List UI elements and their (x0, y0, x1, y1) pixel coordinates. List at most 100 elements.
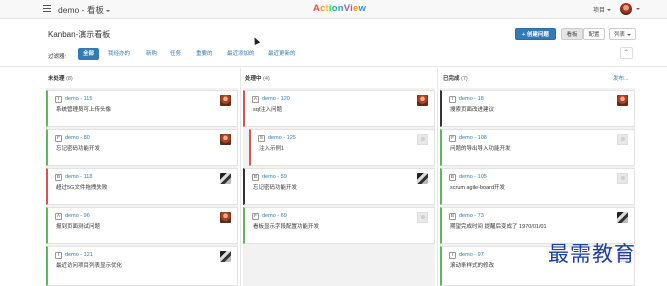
project-menu[interactable]: 项目 (593, 5, 612, 14)
column-title: 处理中 (245, 76, 262, 82)
assignee-avatar (417, 212, 428, 223)
project-switcher[interactable]: demo - 看板 (58, 4, 110, 16)
user-avatar[interactable] (620, 3, 632, 15)
issue-number[interactable]: demo - 18 (459, 96, 484, 102)
column-title: 未处理 (48, 76, 65, 82)
column-count: (4) (263, 76, 270, 82)
issue-card[interactable]: I demo - 18 搜索页面改进建议 (440, 90, 635, 127)
chevron-down-icon (627, 33, 631, 36)
issue-type-icon: B (449, 213, 456, 220)
column-count: (7) (461, 76, 468, 82)
issue-number[interactable]: demo - 115 (65, 96, 92, 102)
issue-number[interactable]: demo - 125 (268, 135, 296, 141)
issue-type-icon: B (252, 174, 259, 181)
divider (0, 66, 667, 67)
issue-title: 滚动条样式的修改 (450, 263, 495, 269)
board-title: Kanban-演示看板 (48, 30, 111, 39)
issue-number[interactable]: demo - 120 (262, 96, 290, 102)
issue-card[interactable]: F demo - 80 忘记密码功能开发 (46, 129, 238, 166)
issue-number[interactable]: demo - 69 (262, 213, 287, 219)
issue-title: 搜索页面改进建议 (450, 107, 495, 113)
column-separator (437, 68, 438, 286)
filter-important[interactable]: 重要的 (196, 48, 213, 60)
column-count: (8) (66, 76, 73, 82)
issue-title: 系统管理员可上传头像 (56, 107, 112, 113)
issue-title: 看板显示字段配置功能开发 (253, 224, 320, 230)
issue-title: 忘记密码功能开发 (56, 146, 101, 152)
column-header-in-progress: 处理中 (4) (245, 74, 270, 82)
release-link[interactable]: 发布... (613, 74, 629, 82)
issue-title: 问题的导出导入功能开发 (450, 146, 511, 152)
issue-card[interactable]: B demo - 59 忘记密码功能开发 (243, 168, 435, 205)
filter-assigned-to-me[interactable]: 我经办的 (108, 48, 130, 60)
assignee-avatar (220, 251, 231, 262)
issue-type-icon: F (252, 213, 259, 220)
issue-type-icon: I (449, 252, 456, 259)
assignee-avatar (220, 134, 231, 145)
issue-number[interactable]: demo - 121 (65, 252, 93, 258)
create-issue-button[interactable]: + 创建问题 (515, 28, 556, 40)
list-view-button[interactable]: 列表 (609, 28, 636, 40)
watermark-text: 最需教育 (548, 242, 636, 266)
filter-all[interactable]: 全部 (78, 48, 100, 60)
issue-type-icon: F (55, 135, 62, 142)
issue-type-icon: A (252, 96, 259, 103)
issue-card[interactable]: I demo - 121 最近访问项目列表显示优化 (46, 246, 238, 286)
issue-type-icon: I (55, 96, 62, 103)
issue-card[interactable]: F demo - 69 看板显示字段配置功能开发 (243, 207, 435, 244)
issue-number[interactable]: demo - 73 (459, 213, 484, 219)
config-view-button[interactable]: 配置 (583, 28, 605, 40)
assignee-avatar (617, 173, 628, 184)
issue-title: 超过5G文件拖拽失败 (56, 185, 108, 191)
assignee-avatar (417, 173, 428, 184)
issue-type-icon: B (449, 174, 456, 181)
column-separator (240, 68, 241, 286)
issue-number[interactable]: demo - 97 (459, 252, 484, 258)
chevron-up-icon: ⌃ (623, 50, 630, 56)
issue-card[interactable]: I demo - 115 系统管理员可上传头像 (46, 90, 238, 127)
issue-number[interactable]: demo - 118 (65, 174, 92, 180)
issue-type-icon: A (55, 213, 62, 220)
assignee-avatar (417, 134, 428, 145)
issue-card[interactable]: S demo - 125 注入示例1 (249, 129, 435, 166)
filter-recently-added[interactable]: 最近添加的 (227, 48, 255, 60)
issue-number[interactable]: demo - 96 (65, 213, 90, 219)
column-header-done: 已完成 (7) (443, 74, 468, 82)
collapse-button[interactable]: ⌃ (620, 47, 633, 59)
hamburger-menu-icon[interactable] (43, 5, 51, 13)
top-navbar: demo - 看板 ActionView 项目 (0, 0, 667, 19)
issue-type-icon: I (55, 252, 62, 259)
issue-number[interactable]: demo - 80 (65, 135, 90, 141)
issue-title: 最近访问项目列表显示优化 (56, 263, 123, 269)
issue-card[interactable]: A demo - 96 报到页面测试问题 (46, 207, 238, 244)
issue-title: 注入示例1 (259, 146, 285, 152)
assignee-avatar (220, 173, 231, 184)
filter-label: 过滤器: (48, 54, 67, 60)
assignee-avatar (220, 95, 231, 106)
assignee-avatar (617, 95, 628, 106)
issue-card[interactable]: F demo - 108 问题的导出导入功能开发 (440, 129, 635, 166)
issue-type-icon: S (258, 135, 265, 142)
project-name: demo - 看板 (58, 5, 104, 15)
kanban-view-button[interactable]: 看板 (561, 28, 583, 40)
issue-card[interactable]: A demo - 120 sql注入问题 (243, 90, 435, 127)
issue-type-icon: B (55, 174, 62, 181)
filter-new[interactable]: 新购 (146, 48, 157, 60)
issue-number[interactable]: demo - 108 (459, 135, 487, 141)
brand-letter: A (313, 3, 321, 14)
issue-title: sql注入问题 (253, 107, 283, 113)
chevron-down-icon[interactable] (636, 8, 640, 10)
mouse-cursor-icon (251, 36, 261, 45)
assignee-avatar (220, 212, 231, 223)
filter-recently-updated[interactable]: 最近更新的 (268, 48, 296, 60)
filter-task[interactable]: 任务 (170, 48, 181, 60)
brand-letter: w (358, 3, 367, 14)
list-view-label: 列表 (613, 32, 625, 38)
brand-logo[interactable]: ActionView (313, 3, 366, 14)
issue-card[interactable]: B demo - 105 scrum agile-board开发 (440, 168, 635, 205)
assignee-avatar (617, 212, 628, 223)
issue-number[interactable]: demo - 59 (262, 174, 287, 180)
issue-number[interactable]: demo - 105 (459, 174, 487, 180)
chevron-down-icon (607, 9, 612, 12)
issue-card[interactable]: B demo - 118 超过5G文件拖拽失败 (46, 168, 238, 205)
